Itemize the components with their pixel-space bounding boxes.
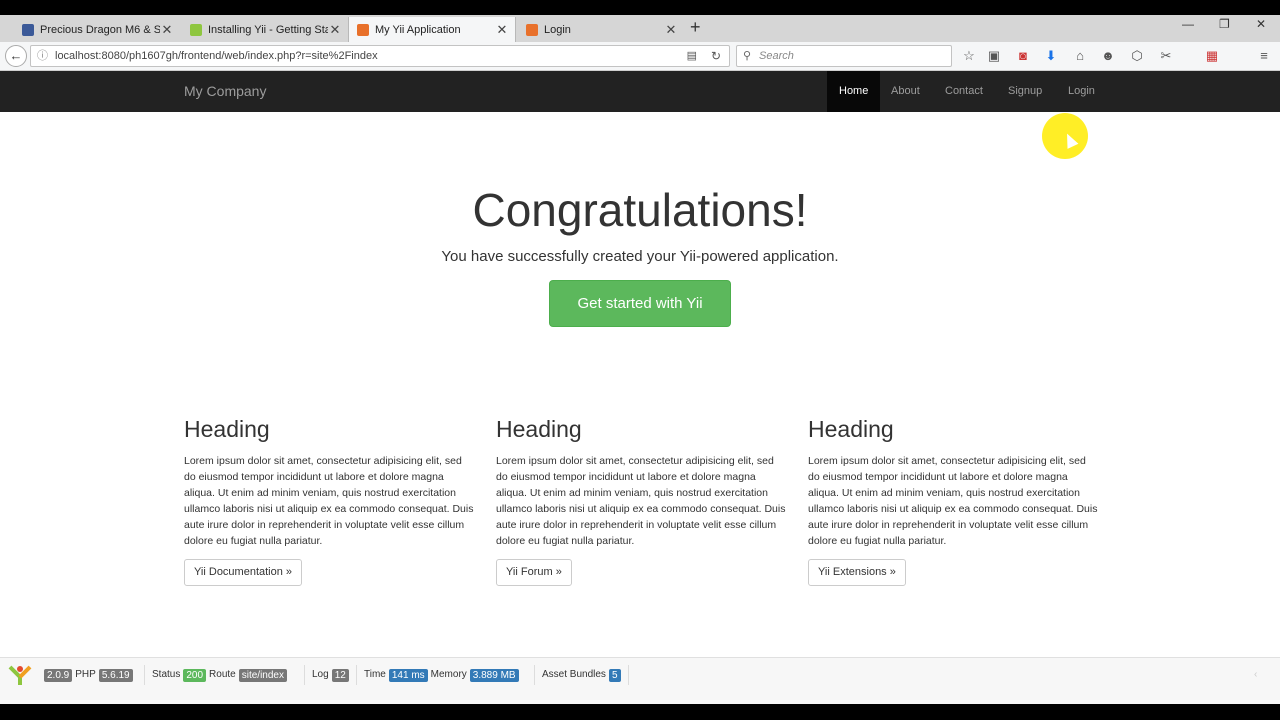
home-icon[interactable]: ⌂ — [1071, 47, 1089, 65]
divider — [356, 665, 357, 685]
site-favicon-icon — [357, 23, 369, 36]
star-icon[interactable]: ☆ — [960, 47, 978, 65]
time-badge: 141 ms — [388, 668, 428, 682]
collapse-toolbar-icon[interactable]: ‹ — [1254, 668, 1257, 682]
column-body: Lorem ipsum dolor sit amet, consectetur … — [808, 455, 1098, 547]
page-title: Congratulations! — [472, 184, 808, 236]
yii-icon — [190, 23, 202, 36]
url-bar[interactable]: ⓘ localhost:8080/ph1607gh/frontend/web/i… — [30, 45, 730, 67]
clipboard-icon[interactable]: ▣ — [985, 47, 1003, 65]
nav-login[interactable]: Login — [1056, 71, 1107, 112]
menu-icon[interactable]: ≡ — [1255, 47, 1273, 65]
extension-icon[interactable]: ⬡ — [1128, 47, 1146, 65]
content-column: Heading Lorem ipsum dolor sit amet, cons… — [808, 416, 1100, 586]
log-badge: 12 — [331, 668, 349, 682]
reader-icon[interactable]: ▤ — [687, 46, 697, 66]
status-label: Status — [152, 669, 181, 680]
minimize-icon[interactable]: — — [1182, 17, 1194, 31]
tab-title: Login — [544, 23, 571, 36]
yii-logo-icon[interactable] — [8, 663, 32, 687]
close-icon[interactable]: ✕ — [160, 22, 174, 38]
reload-icon[interactable]: ↻ — [711, 46, 721, 66]
screen: Precious Dragon M6 & SB... ✕ Installing … — [0, 0, 1280, 720]
php-label: PHP — [75, 669, 96, 680]
column-heading: Heading — [184, 416, 270, 442]
close-icon[interactable]: ✕ — [328, 22, 342, 38]
divider — [144, 665, 145, 685]
debug-version[interactable]: 2.0.9 PHP 5.6.19 — [44, 668, 133, 682]
browser-tab[interactable]: Precious Dragon M6 & SB... ✕ — [14, 17, 180, 42]
brand-link[interactable]: My Company — [184, 83, 266, 99]
pdf-icon[interactable]: ▦ — [1203, 47, 1221, 65]
site-navbar: My Company Home About Contact Signup Log… — [0, 71, 1280, 112]
close-icon[interactable]: ✕ — [664, 22, 678, 38]
log-label: Log — [312, 669, 329, 680]
column-heading: Heading — [496, 416, 582, 442]
column-body: Lorem ipsum dolor sit amet, consectetur … — [184, 455, 474, 547]
debug-log[interactable]: Log 12 — [312, 668, 349, 682]
download-icon[interactable]: ⬇ — [1042, 47, 1060, 65]
info-icon[interactable]: ⓘ — [37, 46, 48, 66]
nav-signup[interactable]: Signup — [996, 71, 1054, 112]
site-favicon-icon — [526, 23, 538, 36]
lead-text: You have successfully created your Yii-p… — [441, 248, 839, 265]
nav-contact[interactable]: Contact — [933, 71, 995, 112]
screenshot-icon[interactable]: ✂ — [1157, 47, 1175, 65]
browser-tab[interactable]: Installing Yii - Getting Star... ✕ — [182, 17, 348, 42]
pocket-icon[interactable]: ◙ — [1014, 47, 1032, 65]
memory-badge: 3.889 MB — [469, 668, 519, 682]
debug-time[interactable]: Time 141 ms Memory 3.889 MB — [364, 668, 519, 682]
web-page: My Company Home About Contact Signup Log… — [0, 71, 1280, 704]
status-badge: 200 — [183, 668, 207, 682]
browser-tab[interactable]: Login ✕ — [518, 17, 684, 42]
assets-badge: 5 — [608, 668, 621, 682]
debug-status[interactable]: Status 200 Route site/index — [152, 668, 287, 682]
assets-label: Asset Bundles — [542, 669, 606, 680]
extensions-button[interactable]: Yii Extensions » — [808, 559, 906, 586]
back-icon[interactable]: ← — [5, 45, 27, 67]
forum-button[interactable]: Yii Forum » — [496, 559, 572, 586]
browser-tab-active[interactable]: My Yii Application ✕ — [348, 17, 516, 42]
close-icon[interactable]: ✕ — [495, 22, 509, 38]
time-label: Time — [364, 669, 386, 680]
chat-icon[interactable]: ☻ — [1099, 47, 1117, 65]
debug-toolbar: 2.0.9 PHP 5.6.19 Status 200 Route site/i… — [0, 657, 1280, 704]
content-column: Heading Lorem ipsum dolor sit amet, cons… — [496, 416, 788, 586]
nav-about[interactable]: About — [879, 71, 932, 112]
divider — [304, 665, 305, 685]
search-placeholder: Search — [759, 50, 794, 62]
nav-home[interactable]: Home — [827, 71, 881, 112]
search-input[interactable]: ⚲ Search — [736, 45, 952, 67]
divider — [534, 665, 535, 685]
php-version-badge: 5.6.19 — [98, 668, 133, 682]
divider — [628, 665, 629, 685]
column-body: Lorem ipsum dolor sit amet, consectetur … — [496, 455, 786, 547]
letterbox-bar — [0, 704, 1280, 720]
debug-assets[interactable]: Asset Bundles 5 — [542, 668, 621, 682]
facebook-icon — [22, 23, 34, 36]
route-label: Route — [209, 669, 236, 680]
tab-title: Precious Dragon M6 & SB... — [40, 23, 160, 36]
window-close-icon[interactable]: ✕ — [1256, 17, 1266, 31]
tab-title: Installing Yii - Getting Star... — [208, 23, 328, 36]
new-tab-button[interactable]: + — [690, 17, 701, 38]
search-icon: ⚲ — [743, 50, 752, 62]
memory-label: Memory — [430, 669, 467, 680]
get-started-button[interactable]: Get started with Yii — [549, 280, 731, 327]
yii-version-badge: 2.0.9 — [44, 668, 73, 682]
browser-tabstrip: Precious Dragon M6 & SB... ✕ Installing … — [0, 15, 1280, 42]
tab-title: My Yii Application — [375, 23, 461, 36]
restore-icon[interactable]: ❐ — [1219, 17, 1230, 31]
content-column: Heading Lorem ipsum dolor sit amet, cons… — [184, 416, 476, 586]
url-text: localhost:8080/ph1607gh/frontend/web/ind… — [55, 50, 378, 62]
route-badge: site/index — [238, 668, 287, 682]
column-heading: Heading — [808, 416, 894, 442]
docs-button[interactable]: Yii Documentation » — [184, 559, 303, 586]
